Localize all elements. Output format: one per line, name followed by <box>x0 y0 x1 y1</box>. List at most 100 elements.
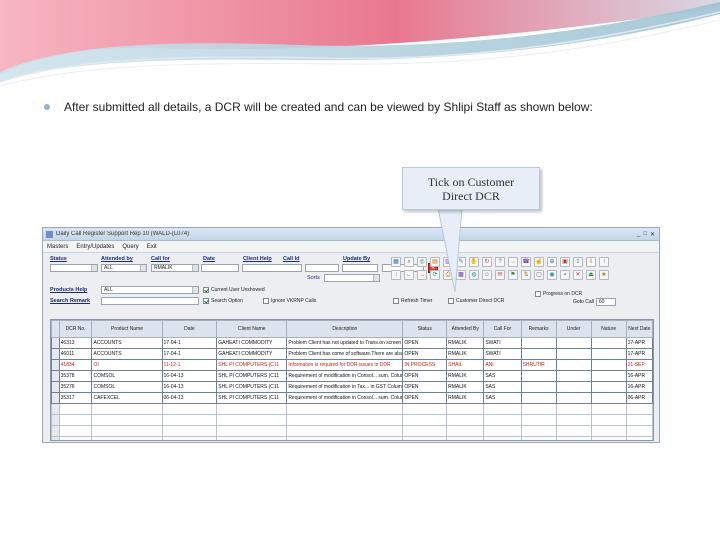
column-header[interactable]: Product Name <box>91 320 163 338</box>
column-header[interactable]: Attended By <box>446 320 485 338</box>
refresh-icon[interactable]: ↻ <box>482 257 492 267</box>
user-icon[interactable]: ☺ <box>482 270 492 280</box>
layout-icon[interactable]: ▥ <box>443 257 453 267</box>
arrow-right-icon[interactable]: → <box>508 257 518 267</box>
search-remark-field[interactable] <box>101 297 199 305</box>
table-cell: Requirement of modification in Consol...… <box>286 392 404 404</box>
find-icon[interactable]: ⌕ <box>404 257 414 267</box>
column-header[interactable]: Date <box>161 320 218 338</box>
import-icon[interactable]: ⇩ <box>586 257 596 267</box>
row-selector[interactable] <box>51 337 60 349</box>
print-icon[interactable]: ⎙ <box>443 270 453 280</box>
products-select[interactable]: ALL <box>101 286 199 294</box>
sort-icon[interactable]: ⇅ <box>521 270 531 280</box>
paste-icon[interactable]: ▣ <box>560 257 570 267</box>
table-cell: Problem Client has not updated to Trans.… <box>286 337 404 349</box>
forward-icon[interactable]: → <box>417 270 427 280</box>
row-selector[interactable] <box>51 392 60 404</box>
table-cell <box>555 414 592 426</box>
current-user-checkbox[interactable]: Current User Unshowed <box>203 287 265 293</box>
goto-call-field[interactable]: 60 <box>595 298 616 306</box>
bullet-item: After submitted all details, a DCR will … <box>44 100 684 114</box>
save-icon[interactable]: ▪ <box>560 270 570 280</box>
call-id-field[interactable] <box>305 264 339 272</box>
column-header[interactable]: Call For <box>483 320 522 338</box>
ignore-vkrnp-checkbox[interactable]: Ignore VKRNP Calls <box>263 298 316 304</box>
column-header[interactable]: Description <box>286 320 404 338</box>
table-row[interactable]: 46313 ACCOUNTS 17-04-1 GAHEATI COMMODITY Pro… <box>51 337 653 349</box>
date-label: Date <box>203 256 215 262</box>
star-icon[interactable]: ★ <box>599 270 609 280</box>
column-header[interactable]: DCR No. <box>58 320 93 338</box>
table-cell <box>51 403 60 415</box>
table-cell: 17-APR <box>625 348 653 360</box>
maximize-button[interactable]: □ <box>643 231 647 238</box>
column-header[interactable]: Nature <box>590 320 627 338</box>
mail-icon[interactable]: ✉ <box>495 270 505 280</box>
web-icon[interactable]: ◍ <box>469 270 479 280</box>
export-icon[interactable]: ⇪ <box>573 257 583 267</box>
customer-direct-dcr-checkbox[interactable]: Customer Direct DCR <box>448 298 504 304</box>
table-cell <box>483 403 522 415</box>
column-header[interactable]: Remarks <box>520 320 557 338</box>
menu-masters[interactable]: Masters <box>47 244 68 250</box>
chevron-down-icon <box>91 265 97 271</box>
table-cell <box>286 436 404 440</box>
upload-icon[interactable]: ↑ <box>599 257 609 267</box>
search-option-checkbox[interactable]: Search Option <box>203 298 243 304</box>
status-select[interactable] <box>50 264 98 272</box>
close-window-button[interactable]: ✕ <box>650 231 655 238</box>
menu-exit[interactable]: Exit <box>147 244 157 250</box>
exit-icon[interactable]: ⏏ <box>586 270 596 280</box>
thumbs-icon[interactable]: ☝ <box>534 257 544 267</box>
magnify-icon[interactable]: ⊕ <box>547 257 557 267</box>
back-icon[interactable]: ← <box>404 270 414 280</box>
call-for-select[interactable]: RMALIK <box>151 264 199 272</box>
row-selector[interactable] <box>51 381 60 393</box>
excel-icon[interactable]: ▩ <box>456 270 466 280</box>
row-selector[interactable] <box>51 359 60 371</box>
table-row[interactable]: 35317 CAFEXCEL 06-04-13 SHL PI COMPUTERS (C… <box>51 392 653 404</box>
date-field[interactable] <box>201 264 239 272</box>
column-header[interactable]: Next Date <box>625 320 653 338</box>
grid-icon[interactable]: ▦ <box>391 257 401 267</box>
call-id-label: Call Id <box>283 256 300 262</box>
table-cell: CAFEXCEL <box>91 392 163 404</box>
table-row[interactable]: 35378 COMSOL 16-04-13 SHL PI COMPUTERS (C11… <box>51 370 653 382</box>
hand-icon[interactable]: ✋ <box>469 257 479 267</box>
refresh-timer-checkbox[interactable]: Refresh Timer <box>393 298 432 304</box>
column-header[interactable]: Status <box>402 320 448 338</box>
table-cell: OPEN <box>402 370 448 382</box>
sorts-select[interactable] <box>324 274 380 282</box>
minimize-button[interactable]: _ <box>637 231 640 238</box>
table-cell <box>520 403 557 415</box>
menu-query[interactable]: Query <box>122 244 138 250</box>
table-row[interactable]: 35276 COMSOL 16-04-13 SHL PI COMPUTERS (C11… <box>51 381 653 393</box>
row-selector[interactable] <box>51 370 60 382</box>
update-by-field[interactable] <box>342 264 378 272</box>
flag-icon[interactable]: ⚑ <box>508 270 518 280</box>
column-header[interactable]: Client Name <box>216 320 288 338</box>
window-title: Daily Call Register Support Rep 10 (WALD… <box>56 231 190 237</box>
table-row[interactable]: 41834 OI 11-12-1 SHL PI COMPUTERS (C11 Infor… <box>51 359 653 371</box>
camera-icon[interactable]: ◉ <box>547 270 557 280</box>
client-field[interactable] <box>242 264 302 272</box>
close-icon[interactable]: ✕ <box>573 270 583 280</box>
column-header[interactable]: Under <box>555 320 592 338</box>
checkbox-icon[interactable] <box>535 291 541 297</box>
attended-by-select[interactable]: ALL <box>101 264 147 272</box>
down-icon[interactable]: ↓ <box>391 270 401 280</box>
row-selector[interactable] <box>51 348 60 360</box>
sync-icon[interactable]: ⟳ <box>430 270 440 280</box>
phone-icon[interactable]: ☎ <box>521 257 531 267</box>
bullet-text: After submitted all details, a DCR will … <box>64 100 593 114</box>
notepad-icon[interactable]: ▤ <box>430 257 440 267</box>
table-cell <box>520 436 557 440</box>
table-cell: ACCOUNTS <box>91 348 163 360</box>
calendar-icon[interactable]: ▢ <box>534 270 544 280</box>
pencil-icon[interactable]: ✎ <box>456 257 466 267</box>
table-row[interactable]: 46011 ACCOUNTS 17-04-1 GAHEATI COMMODITY Pro… <box>51 348 653 360</box>
help-icon[interactable]: ? <box>495 257 505 267</box>
menu-entry-updates[interactable]: Entry/Updates <box>76 244 114 250</box>
binoculars-icon[interactable]: ◎ <box>417 257 427 267</box>
